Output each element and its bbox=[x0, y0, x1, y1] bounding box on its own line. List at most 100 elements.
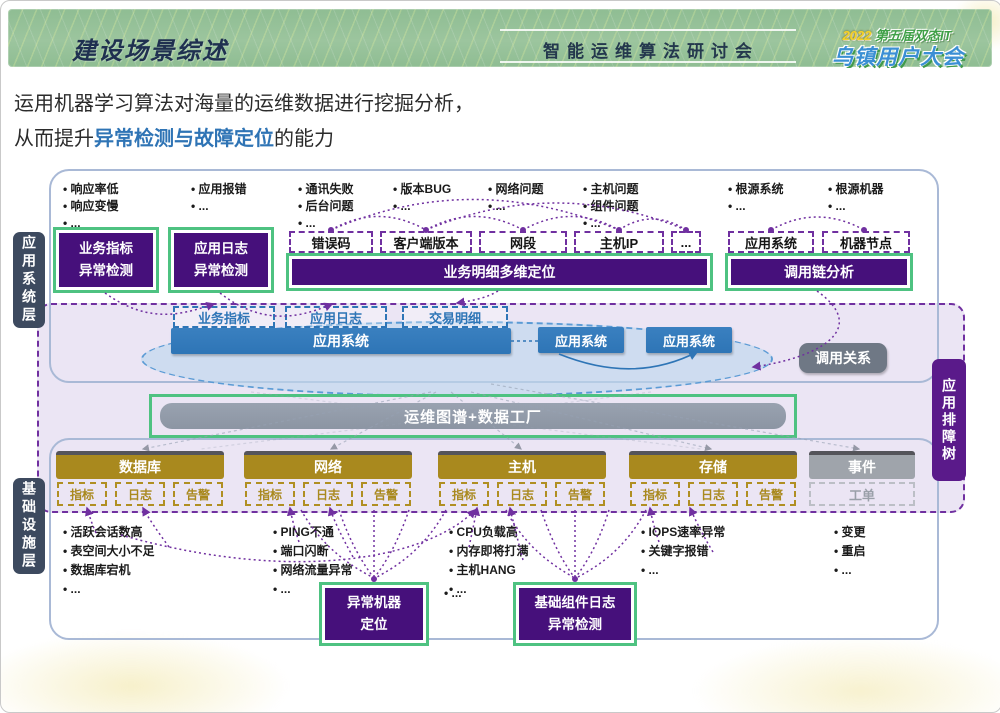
peer-app-system-1: 应用系统 bbox=[538, 327, 624, 353]
bullet-item: 响应变慢 bbox=[63, 198, 119, 215]
infra-database-alert: 告警 bbox=[173, 482, 223, 506]
slide: 建设场景综述 智能运维算法研讨会 2022 第五届双态IT 乌镇用户大会 运用机… bbox=[0, 0, 1000, 713]
log-anomaly-detection-box: 应用日志异常检测 bbox=[168, 227, 274, 293]
infra-host-log: 日志 bbox=[497, 482, 547, 506]
bullet-item: 关键字报错 bbox=[641, 542, 725, 561]
symptom-list-response: 响应率低 响应变慢 ... bbox=[63, 181, 119, 232]
box-label: 定位 bbox=[361, 614, 388, 636]
corner-decoration bbox=[0, 631, 291, 713]
tab-business-metric: 业务指标 bbox=[173, 306, 275, 328]
abnormal-machine-localization-box: 异常机器定位 bbox=[319, 582, 429, 646]
infra-network-bar: 网络 bbox=[244, 451, 412, 479]
box-label: 业务指标 bbox=[79, 238, 133, 260]
symptom-list-host: 主机问题 组件问题 ... bbox=[583, 181, 639, 232]
box-label: 异常检测 bbox=[79, 260, 133, 282]
infra-database-bar: 数据库 bbox=[56, 451, 224, 479]
infra-storage-metric: 指标 bbox=[630, 482, 680, 506]
symptom-list-comm: 通讯失败 后台问题 ... bbox=[298, 181, 354, 232]
infra-storage-log: 日志 bbox=[688, 482, 738, 506]
peer-app-system-2: 应用系统 bbox=[646, 327, 732, 353]
bullet-item: 内存即将打满 bbox=[449, 542, 529, 561]
header-band: 建设场景综述 智能运维算法研讨会 2022 第五届双态IT 乌镇用户大会 bbox=[8, 9, 992, 67]
call-relation-box: 调用关系 bbox=[799, 343, 887, 373]
bullet-item: 数据库宕机 bbox=[63, 561, 155, 580]
infra-event-bar: 事件 bbox=[809, 451, 915, 479]
infra-database-metric: 指标 bbox=[57, 482, 107, 506]
bar-label: 业务明细多维定位 bbox=[292, 259, 707, 285]
bullet-item: 后台问题 bbox=[298, 198, 354, 215]
infra-storage-bar: 存储 bbox=[629, 451, 797, 479]
fault-list-event: 变更 重启 ... bbox=[834, 523, 866, 580]
bullet-item: ... bbox=[828, 198, 884, 215]
component-log-anomaly-detection-box: 基础组件日志异常检测 bbox=[513, 582, 637, 646]
infra-network-alert: 告警 bbox=[361, 482, 411, 506]
multidim-localization-bar: 业务明细多维定位 bbox=[286, 253, 713, 291]
infra-ticket-box: 工单 bbox=[809, 482, 915, 506]
bullet-item: 变更 bbox=[834, 523, 866, 542]
bullet-item: 端口闪断 bbox=[273, 542, 353, 561]
seminar-title: 智能运维算法研讨会 bbox=[508, 37, 794, 62]
header-rule-bottom bbox=[500, 61, 796, 63]
bullet-item: ... bbox=[191, 198, 247, 215]
infra-database-log: 日志 bbox=[115, 482, 165, 506]
fault-list-database: 活跃会话数高 表空间大小不足 数据库宕机 ... bbox=[63, 523, 155, 599]
bullet-item: 组件问题 bbox=[583, 198, 639, 215]
app-layer-label: 应用系统层 bbox=[13, 232, 45, 328]
symptom-list-version: 版本BUG ... bbox=[393, 181, 451, 215]
dim-host-ip: 主机IP bbox=[574, 231, 664, 253]
bullet-item: ... bbox=[834, 561, 866, 580]
bullet-item: ... bbox=[393, 198, 451, 215]
bullet-item: 根源系统 bbox=[728, 181, 784, 198]
bullet-item: ... bbox=[583, 215, 639, 232]
box-label: 异常检测 bbox=[548, 614, 602, 636]
box-label: 基础组件日志 bbox=[535, 592, 616, 614]
ops-graph-data-factory-bar: 运维图谱+数据工厂 bbox=[149, 394, 797, 438]
infra-storage-alert: 告警 bbox=[746, 482, 796, 506]
symptom-list-network: 网络问题 ... bbox=[488, 181, 544, 215]
bullet-item: 重启 bbox=[834, 542, 866, 561]
intro-line-2: 从而提升异常检测与故障定位的能力 bbox=[14, 122, 334, 151]
bullet-item: IOPS速率异常 bbox=[641, 523, 725, 542]
intro-line2-prefix: 从而提升 bbox=[14, 128, 94, 150]
infra-host-alert: 告警 bbox=[555, 482, 605, 506]
page-title: 建设场景综述 bbox=[72, 31, 228, 66]
intro-line2-highlight: 异常检测与故障定位 bbox=[94, 128, 274, 150]
infra-host-metric: 指标 bbox=[439, 482, 489, 506]
symptom-list-app-error: 应用报错 ... bbox=[191, 181, 247, 215]
symptom-list-root-machine: 根源机器 ... bbox=[828, 181, 884, 215]
tab-transaction-detail: 交易明细 bbox=[402, 306, 508, 328]
box-label: 异常机器 bbox=[347, 592, 401, 614]
bullet-item: ... bbox=[488, 198, 544, 215]
conference-logo-line2: 乌镇用户大会 bbox=[800, 41, 996, 71]
infra-host-bar: 主机 bbox=[438, 451, 606, 479]
bar-label: 调用链分析 bbox=[731, 259, 907, 285]
infra-network-log: 日志 bbox=[303, 482, 353, 506]
bullet-item: 主机HANG bbox=[449, 561, 529, 580]
bullet-item: ... bbox=[298, 215, 354, 232]
fault-list-storage: IOPS速率异常 关键字报错 ... bbox=[641, 523, 725, 580]
bullet-item: 表空间大小不足 bbox=[63, 542, 155, 561]
box-label: 异常检测 bbox=[194, 260, 248, 282]
intro-line-1: 运用机器学习算法对海量的运维数据进行挖掘分析， bbox=[14, 87, 474, 116]
bullet-item: PING不通 bbox=[273, 523, 353, 542]
bullet-item: ... bbox=[63, 580, 155, 599]
header-rule-top bbox=[500, 29, 796, 31]
bullet-item: 应用报错 bbox=[191, 181, 247, 198]
box-label: 应用日志 bbox=[194, 238, 248, 260]
bullet-item: ... bbox=[728, 198, 784, 215]
bullet-item: 网络问题 bbox=[488, 181, 544, 198]
dim-machine-node: 机器节点 bbox=[822, 231, 910, 253]
corner-decoration bbox=[691, 636, 1000, 713]
troubleshoot-tree-label: 应用排障树 bbox=[932, 359, 966, 481]
tab-app-log: 应用日志 bbox=[285, 306, 387, 328]
bullet-item: 版本BUG bbox=[393, 181, 451, 198]
bullet-item: ... bbox=[641, 561, 725, 580]
bullet-item: CPU负载高 bbox=[449, 523, 529, 542]
more-capabilities-ellipsis: ... bbox=[444, 586, 462, 600]
bullet-item: 主机问题 bbox=[583, 181, 639, 198]
dim-ellipsis: ... bbox=[671, 231, 701, 253]
bullet-item: 根源机器 bbox=[828, 181, 884, 198]
dim-client-version: 客户端版本 bbox=[380, 231, 472, 253]
bar-label: 运维图谱+数据工厂 bbox=[160, 403, 786, 429]
dim-error-code: 错误码 bbox=[289, 231, 373, 253]
